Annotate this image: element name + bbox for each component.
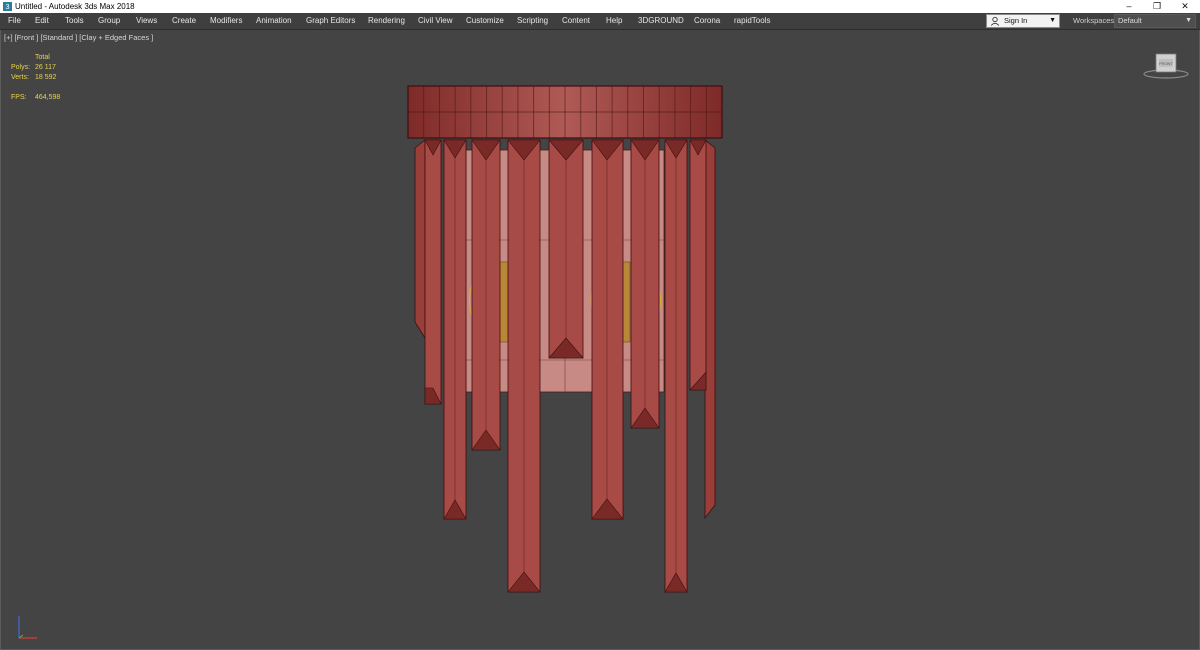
menu-views[interactable]: Views: [136, 13, 157, 29]
sign-in-dropdown[interactable]: Sign In ▼: [986, 14, 1060, 28]
workspace-value: Default: [1118, 16, 1142, 25]
window-title: Untitled - Autodesk 3ds Max 2018: [15, 2, 135, 11]
crystal-prism: [630, 139, 660, 429]
workspaces-select[interactable]: Default ▼: [1114, 14, 1196, 28]
crystal-prism: [507, 139, 541, 593]
menu-3dground[interactable]: 3DGROUND: [638, 13, 684, 29]
user-icon: [990, 16, 1000, 26]
menu-animation[interactable]: Animation: [256, 13, 292, 29]
svg-text:3: 3: [6, 2, 10, 11]
title-bar: 3 Untitled - Autodesk 3ds Max 2018 – ❐ ✕: [0, 0, 1200, 13]
crystal-prism: [591, 139, 624, 520]
menu-graph-editors[interactable]: Graph Editors: [306, 13, 355, 29]
menu-tools[interactable]: Tools: [65, 13, 84, 29]
minimize-button[interactable]: –: [1115, 0, 1143, 13]
close-button[interactable]: ✕: [1171, 0, 1199, 13]
menu-content[interactable]: Content: [562, 13, 590, 29]
menu-rapidtools[interactable]: rapidTools: [734, 13, 770, 29]
front-viewport[interactable]: [+] [Front ] [Standard ] [Clay + Edged F…: [0, 30, 1200, 650]
menu-file[interactable]: File: [8, 13, 21, 29]
crystal-prism: [471, 139, 501, 451]
menu-civil-view[interactable]: Civil View: [418, 13, 453, 29]
crystal-prism: [548, 139, 584, 359]
menu-rendering[interactable]: Rendering: [368, 13, 405, 29]
workspaces-label: Workspaces:: [1073, 16, 1117, 25]
restore-button[interactable]: ❐: [1143, 0, 1171, 13]
menu-modifiers[interactable]: Modifiers: [210, 13, 242, 29]
menu-help[interactable]: Help: [606, 13, 622, 29]
menu-create[interactable]: Create: [172, 13, 196, 29]
chevron-down-icon: ▼: [1185, 17, 1192, 24]
menu-customize[interactable]: Customize: [466, 13, 504, 29]
menu-scripting[interactable]: Scripting: [517, 13, 548, 29]
axis-tripod-icon: [18, 616, 37, 639]
menu-group[interactable]: Group: [98, 13, 120, 29]
crystal-prism: [424, 139, 442, 405]
chevron-down-icon: ▼: [1049, 17, 1056, 24]
menu-corona[interactable]: Corona: [694, 13, 720, 29]
chandelier-model[interactable]: [1, 30, 1199, 649]
menu-edit[interactable]: Edit: [35, 13, 49, 29]
crystal-prism: [664, 139, 688, 593]
sign-in-label: Sign In: [1004, 16, 1028, 25]
top-ring: [407, 85, 723, 139]
crystal-prism: [443, 139, 467, 520]
crystal-prism: [704, 139, 716, 520]
menu-bar: File Edit Tools Group Views Create Modif…: [0, 13, 1200, 30]
crystal-prism: [689, 139, 707, 391]
app-icon: 3: [3, 2, 12, 11]
crystal-prism: [414, 139, 426, 340]
